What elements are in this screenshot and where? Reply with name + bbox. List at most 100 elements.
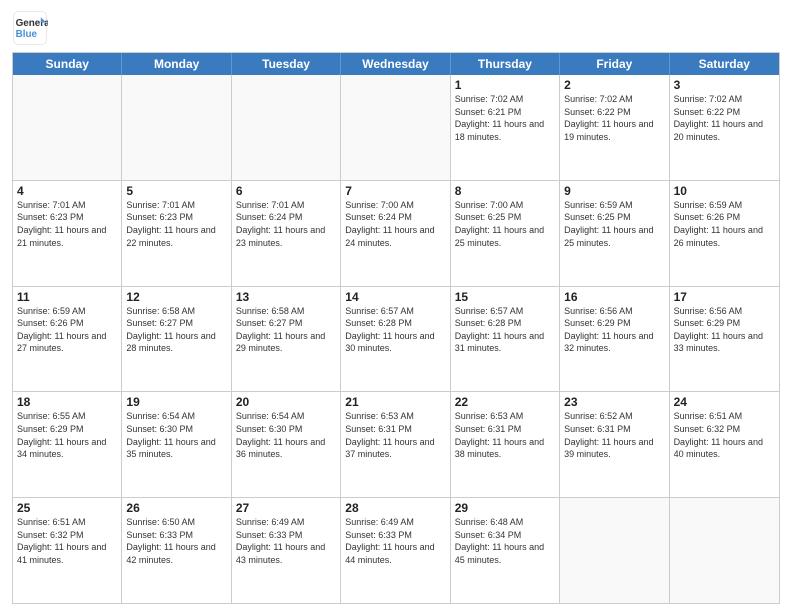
day-number: 24 bbox=[674, 395, 775, 409]
day-number: 11 bbox=[17, 290, 117, 304]
day-cell-23: 23Sunrise: 6:52 AMSunset: 6:31 PMDayligh… bbox=[560, 392, 669, 497]
sun-info: Sunrise: 7:00 AMSunset: 6:25 PMDaylight:… bbox=[455, 199, 555, 249]
sun-info: Sunrise: 7:00 AMSunset: 6:24 PMDaylight:… bbox=[345, 199, 445, 249]
sun-info: Sunrise: 6:59 AMSunset: 6:26 PMDaylight:… bbox=[674, 199, 775, 249]
day-number: 2 bbox=[564, 78, 664, 92]
day-cell-10: 10Sunrise: 6:59 AMSunset: 6:26 PMDayligh… bbox=[670, 181, 779, 286]
day-cell-25: 25Sunrise: 6:51 AMSunset: 6:32 PMDayligh… bbox=[13, 498, 122, 603]
sun-info: Sunrise: 6:59 AMSunset: 6:26 PMDaylight:… bbox=[17, 305, 117, 355]
sun-info: Sunrise: 7:02 AMSunset: 6:22 PMDaylight:… bbox=[564, 93, 664, 143]
day-number: 22 bbox=[455, 395, 555, 409]
header: General Blue bbox=[12, 10, 780, 46]
day-number: 1 bbox=[455, 78, 555, 92]
calendar-row-0: 1Sunrise: 7:02 AMSunset: 6:21 PMDaylight… bbox=[13, 75, 779, 180]
day-number: 26 bbox=[126, 501, 226, 515]
day-number: 19 bbox=[126, 395, 226, 409]
day-cell-4: 4Sunrise: 7:01 AMSunset: 6:23 PMDaylight… bbox=[13, 181, 122, 286]
day-number: 17 bbox=[674, 290, 775, 304]
sun-info: Sunrise: 6:48 AMSunset: 6:34 PMDaylight:… bbox=[455, 516, 555, 566]
day-number: 29 bbox=[455, 501, 555, 515]
day-cell-28: 28Sunrise: 6:49 AMSunset: 6:33 PMDayligh… bbox=[341, 498, 450, 603]
day-number: 16 bbox=[564, 290, 664, 304]
calendar: SundayMondayTuesdayWednesdayThursdayFrid… bbox=[12, 52, 780, 604]
sun-info: Sunrise: 7:02 AMSunset: 6:22 PMDaylight:… bbox=[674, 93, 775, 143]
day-number: 25 bbox=[17, 501, 117, 515]
weekday-header-saturday: Saturday bbox=[670, 53, 779, 75]
day-cell-26: 26Sunrise: 6:50 AMSunset: 6:33 PMDayligh… bbox=[122, 498, 231, 603]
sun-info: Sunrise: 6:56 AMSunset: 6:29 PMDaylight:… bbox=[564, 305, 664, 355]
day-number: 21 bbox=[345, 395, 445, 409]
empty-cell bbox=[341, 75, 450, 180]
day-number: 14 bbox=[345, 290, 445, 304]
day-cell-7: 7Sunrise: 7:00 AMSunset: 6:24 PMDaylight… bbox=[341, 181, 450, 286]
sun-info: Sunrise: 7:02 AMSunset: 6:21 PMDaylight:… bbox=[455, 93, 555, 143]
day-number: 23 bbox=[564, 395, 664, 409]
page: General Blue SundayMondayTuesdayWednesda… bbox=[0, 0, 792, 612]
day-cell-3: 3Sunrise: 7:02 AMSunset: 6:22 PMDaylight… bbox=[670, 75, 779, 180]
day-cell-6: 6Sunrise: 7:01 AMSunset: 6:24 PMDaylight… bbox=[232, 181, 341, 286]
svg-text:Blue: Blue bbox=[16, 29, 38, 40]
day-cell-24: 24Sunrise: 6:51 AMSunset: 6:32 PMDayligh… bbox=[670, 392, 779, 497]
empty-cell bbox=[670, 498, 779, 603]
sun-info: Sunrise: 6:53 AMSunset: 6:31 PMDaylight:… bbox=[345, 410, 445, 460]
day-cell-9: 9Sunrise: 6:59 AMSunset: 6:25 PMDaylight… bbox=[560, 181, 669, 286]
sun-info: Sunrise: 7:01 AMSunset: 6:23 PMDaylight:… bbox=[17, 199, 117, 249]
day-number: 4 bbox=[17, 184, 117, 198]
sun-info: Sunrise: 6:58 AMSunset: 6:27 PMDaylight:… bbox=[126, 305, 226, 355]
day-cell-19: 19Sunrise: 6:54 AMSunset: 6:30 PMDayligh… bbox=[122, 392, 231, 497]
day-number: 3 bbox=[674, 78, 775, 92]
weekday-header-monday: Monday bbox=[122, 53, 231, 75]
day-number: 20 bbox=[236, 395, 336, 409]
logo: General Blue bbox=[12, 10, 52, 46]
day-cell-13: 13Sunrise: 6:58 AMSunset: 6:27 PMDayligh… bbox=[232, 287, 341, 392]
day-number: 9 bbox=[564, 184, 664, 198]
day-cell-5: 5Sunrise: 7:01 AMSunset: 6:23 PMDaylight… bbox=[122, 181, 231, 286]
calendar-header: SundayMondayTuesdayWednesdayThursdayFrid… bbox=[13, 53, 779, 75]
day-cell-17: 17Sunrise: 6:56 AMSunset: 6:29 PMDayligh… bbox=[670, 287, 779, 392]
empty-cell bbox=[122, 75, 231, 180]
day-cell-15: 15Sunrise: 6:57 AMSunset: 6:28 PMDayligh… bbox=[451, 287, 560, 392]
calendar-row-4: 25Sunrise: 6:51 AMSunset: 6:32 PMDayligh… bbox=[13, 497, 779, 603]
day-cell-2: 2Sunrise: 7:02 AMSunset: 6:22 PMDaylight… bbox=[560, 75, 669, 180]
day-cell-18: 18Sunrise: 6:55 AMSunset: 6:29 PMDayligh… bbox=[13, 392, 122, 497]
weekday-header-thursday: Thursday bbox=[451, 53, 560, 75]
sun-info: Sunrise: 6:51 AMSunset: 6:32 PMDaylight:… bbox=[674, 410, 775, 460]
calendar-body: 1Sunrise: 7:02 AMSunset: 6:21 PMDaylight… bbox=[13, 75, 779, 603]
day-cell-20: 20Sunrise: 6:54 AMSunset: 6:30 PMDayligh… bbox=[232, 392, 341, 497]
day-number: 18 bbox=[17, 395, 117, 409]
day-cell-1: 1Sunrise: 7:02 AMSunset: 6:21 PMDaylight… bbox=[451, 75, 560, 180]
sun-info: Sunrise: 6:55 AMSunset: 6:29 PMDaylight:… bbox=[17, 410, 117, 460]
weekday-header-wednesday: Wednesday bbox=[341, 53, 450, 75]
sun-info: Sunrise: 6:54 AMSunset: 6:30 PMDaylight:… bbox=[126, 410, 226, 460]
calendar-row-1: 4Sunrise: 7:01 AMSunset: 6:23 PMDaylight… bbox=[13, 180, 779, 286]
day-cell-11: 11Sunrise: 6:59 AMSunset: 6:26 PMDayligh… bbox=[13, 287, 122, 392]
sun-info: Sunrise: 7:01 AMSunset: 6:24 PMDaylight:… bbox=[236, 199, 336, 249]
sun-info: Sunrise: 6:58 AMSunset: 6:27 PMDaylight:… bbox=[236, 305, 336, 355]
sun-info: Sunrise: 6:59 AMSunset: 6:25 PMDaylight:… bbox=[564, 199, 664, 249]
empty-cell bbox=[13, 75, 122, 180]
sun-info: Sunrise: 6:49 AMSunset: 6:33 PMDaylight:… bbox=[345, 516, 445, 566]
empty-cell bbox=[232, 75, 341, 180]
day-cell-27: 27Sunrise: 6:49 AMSunset: 6:33 PMDayligh… bbox=[232, 498, 341, 603]
sun-info: Sunrise: 6:50 AMSunset: 6:33 PMDaylight:… bbox=[126, 516, 226, 566]
sun-info: Sunrise: 6:51 AMSunset: 6:32 PMDaylight:… bbox=[17, 516, 117, 566]
day-cell-8: 8Sunrise: 7:00 AMSunset: 6:25 PMDaylight… bbox=[451, 181, 560, 286]
weekday-header-sunday: Sunday bbox=[13, 53, 122, 75]
day-number: 5 bbox=[126, 184, 226, 198]
sun-info: Sunrise: 6:57 AMSunset: 6:28 PMDaylight:… bbox=[455, 305, 555, 355]
calendar-row-2: 11Sunrise: 6:59 AMSunset: 6:26 PMDayligh… bbox=[13, 286, 779, 392]
day-number: 13 bbox=[236, 290, 336, 304]
day-cell-29: 29Sunrise: 6:48 AMSunset: 6:34 PMDayligh… bbox=[451, 498, 560, 603]
sun-info: Sunrise: 6:54 AMSunset: 6:30 PMDaylight:… bbox=[236, 410, 336, 460]
sun-info: Sunrise: 6:57 AMSunset: 6:28 PMDaylight:… bbox=[345, 305, 445, 355]
day-number: 27 bbox=[236, 501, 336, 515]
weekday-header-friday: Friday bbox=[560, 53, 669, 75]
day-number: 10 bbox=[674, 184, 775, 198]
sun-info: Sunrise: 6:52 AMSunset: 6:31 PMDaylight:… bbox=[564, 410, 664, 460]
empty-cell bbox=[560, 498, 669, 603]
day-number: 7 bbox=[345, 184, 445, 198]
sun-info: Sunrise: 6:53 AMSunset: 6:31 PMDaylight:… bbox=[455, 410, 555, 460]
day-cell-22: 22Sunrise: 6:53 AMSunset: 6:31 PMDayligh… bbox=[451, 392, 560, 497]
day-number: 6 bbox=[236, 184, 336, 198]
day-cell-14: 14Sunrise: 6:57 AMSunset: 6:28 PMDayligh… bbox=[341, 287, 450, 392]
